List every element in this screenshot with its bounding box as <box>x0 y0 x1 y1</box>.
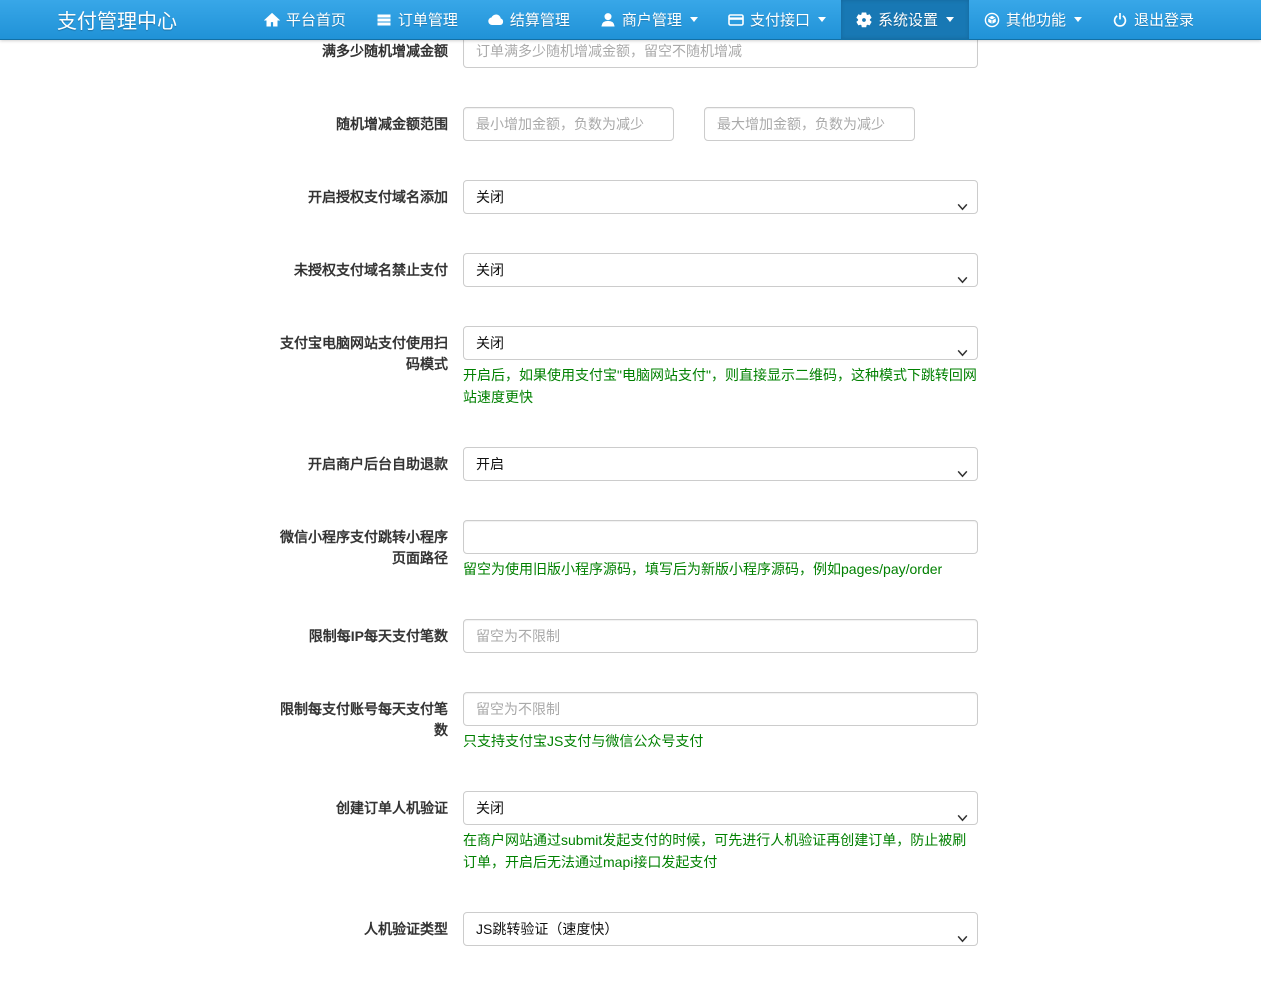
settings-form: 满多少随机增减金额 随机增减金额范围 开启授权支付域名添加 关闭 未授权支付域名… <box>278 34 998 985</box>
random-adjust-max-input[interactable] <box>704 107 915 141</box>
nav-item-退出登录[interactable]: 退出登录 <box>1097 0 1209 39</box>
caret-down-icon <box>818 17 826 22</box>
form-row-merchant-self-refund: 开启商户后台自助退款 开启 <box>278 447 998 481</box>
form-row-auth-pay-domain-add: 开启授权支付域名添加 关闭 <box>278 180 998 214</box>
nav-item-其他功能[interactable]: 其他功能 <box>969 0 1097 39</box>
nav-item-label: 结算管理 <box>510 9 570 30</box>
navbar-menu: 平台首页 订单管理 结算管理 商户管理 支付接口 系统设置 其他功能 退出登录 <box>249 0 1261 39</box>
nav-item-label: 支付接口 <box>750 9 810 30</box>
captcha-type-select[interactable]: JS跳转验证（速度快） <box>463 912 978 946</box>
field-label: 开启授权支付域名添加 <box>278 180 448 214</box>
merchant-self-refund-select[interactable]: 开启 <box>463 447 978 481</box>
app-brand[interactable]: 支付管理中心 <box>0 0 197 39</box>
form-row-order-captcha: 创建订单人机验证 关闭 在商户网站通过submit发起支付的时候，可先进行人机验… <box>278 791 998 873</box>
gear-icon <box>856 12 872 28</box>
order-captcha-select[interactable]: 关闭 <box>463 791 978 825</box>
nav-item-结算管理[interactable]: 结算管理 <box>473 0 585 39</box>
caret-down-icon <box>946 17 954 22</box>
field-control <box>463 619 978 653</box>
form-row-captcha-type: 人机验证类型 JS跳转验证（速度快） <box>278 912 998 946</box>
nav-item-label: 订单管理 <box>398 9 458 30</box>
form-row-wxmini-page-path: 微信小程序支付跳转小程序页面路径 留空为使用旧版小程序源码，填写后为新版小程序源… <box>278 520 998 580</box>
field-label: 创建订单人机验证 <box>278 791 448 873</box>
field-label: 限制每支付账号每天支付笔数 <box>278 692 448 752</box>
help-text: 只支持支付宝JS支付与微信公众号支付 <box>463 730 978 752</box>
cube-icon <box>984 12 1000 28</box>
nav-item-系统设置[interactable]: 系统设置 <box>841 0 969 39</box>
field-label: 微信小程序支付跳转小程序页面路径 <box>278 520 448 580</box>
form-row-account-daily-pay-limit: 限制每支付账号每天支付笔数 只支持支付宝JS支付与微信公众号支付 <box>278 692 998 752</box>
random-adjust-min-input[interactable] <box>463 107 674 141</box>
help-text: 开启后，如果使用支付宝"电脑网站支付"，则直接显示二维码，这种模式下跳转回网站速… <box>463 364 978 408</box>
nav-item-平台首页[interactable]: 平台首页 <box>249 0 361 39</box>
field-control: 只支持支付宝JS支付与微信公众号支付 <box>463 692 978 752</box>
caret-down-icon <box>1074 17 1082 22</box>
account-daily-pay-limit-input[interactable] <box>463 692 978 726</box>
power-icon <box>1112 12 1128 28</box>
nav-item-label: 商户管理 <box>622 9 682 30</box>
field-control: 关闭 <box>463 253 978 287</box>
field-label: 未授权支付域名禁止支付 <box>278 253 448 287</box>
field-label: 开启商户后台自助退款 <box>278 447 448 481</box>
field-label: 人机验证类型 <box>278 912 448 946</box>
ip-daily-pay-limit-input[interactable] <box>463 619 978 653</box>
nav-item-label: 系统设置 <box>878 9 938 30</box>
nav-item-label: 其他功能 <box>1006 9 1066 30</box>
field-label: 支付宝电脑网站支付使用扫码模式 <box>278 326 448 408</box>
nav-item-订单管理[interactable]: 订单管理 <box>361 0 473 39</box>
field-control: JS跳转验证（速度快） <box>463 912 978 946</box>
field-control: 留空为使用旧版小程序源码，填写后为新版小程序源码，例如pages/pay/ord… <box>463 520 978 580</box>
form-row-alipay-pc-qrcode-mode: 支付宝电脑网站支付使用扫码模式 关闭 开启后，如果使用支付宝"电脑网站支付"，则… <box>278 326 998 408</box>
wxmini-page-path-input[interactable] <box>463 520 978 554</box>
top-navbar: 支付管理中心 平台首页 订单管理 结算管理 商户管理 支付接口 系统设置 其他功能 退出登录 <box>0 0 1261 40</box>
field-label: 限制每IP每天支付笔数 <box>278 619 448 653</box>
field-label: 随机增减金额范围 <box>278 107 448 141</box>
caret-down-icon <box>690 17 698 22</box>
home-icon <box>264 12 280 28</box>
nav-item-支付接口[interactable]: 支付接口 <box>713 0 841 39</box>
field-control: 关闭 在商户网站通过submit发起支付的时候，可先进行人机验证再创建订单，防止… <box>463 791 978 873</box>
unauth-domain-block-pay-select[interactable]: 关闭 <box>463 253 978 287</box>
cloud-icon <box>488 12 504 28</box>
form-row-ip-daily-pay-limit: 限制每IP每天支付笔数 <box>278 619 998 653</box>
field-control: 关闭 开启后，如果使用支付宝"电脑网站支付"，则直接显示二维码，这种模式下跳转回… <box>463 326 978 408</box>
form-row-unauth-domain-block-pay: 未授权支付域名禁止支付 关闭 <box>278 253 998 287</box>
list-icon <box>376 12 392 28</box>
help-text: 留空为使用旧版小程序源码，填写后为新版小程序源码，例如pages/pay/ord… <box>463 558 978 580</box>
field-control <box>463 107 978 141</box>
user-icon <box>600 12 616 28</box>
credit-card-icon <box>728 12 744 28</box>
field-control: 开启 <box>463 447 978 481</box>
nav-item-label: 平台首页 <box>286 9 346 30</box>
field-control: 关闭 <box>463 180 978 214</box>
form-row-random-adjust-range: 随机增减金额范围 <box>278 107 998 141</box>
alipay-pc-qrcode-mode-select[interactable]: 关闭 <box>463 326 978 360</box>
auth-pay-domain-add-select[interactable]: 关闭 <box>463 180 978 214</box>
help-text: 在商户网站通过submit发起支付的时候，可先进行人机验证再创建订单，防止被刷订… <box>463 829 978 873</box>
nav-item-label: 退出登录 <box>1134 9 1194 30</box>
nav-item-商户管理[interactable]: 商户管理 <box>585 0 713 39</box>
